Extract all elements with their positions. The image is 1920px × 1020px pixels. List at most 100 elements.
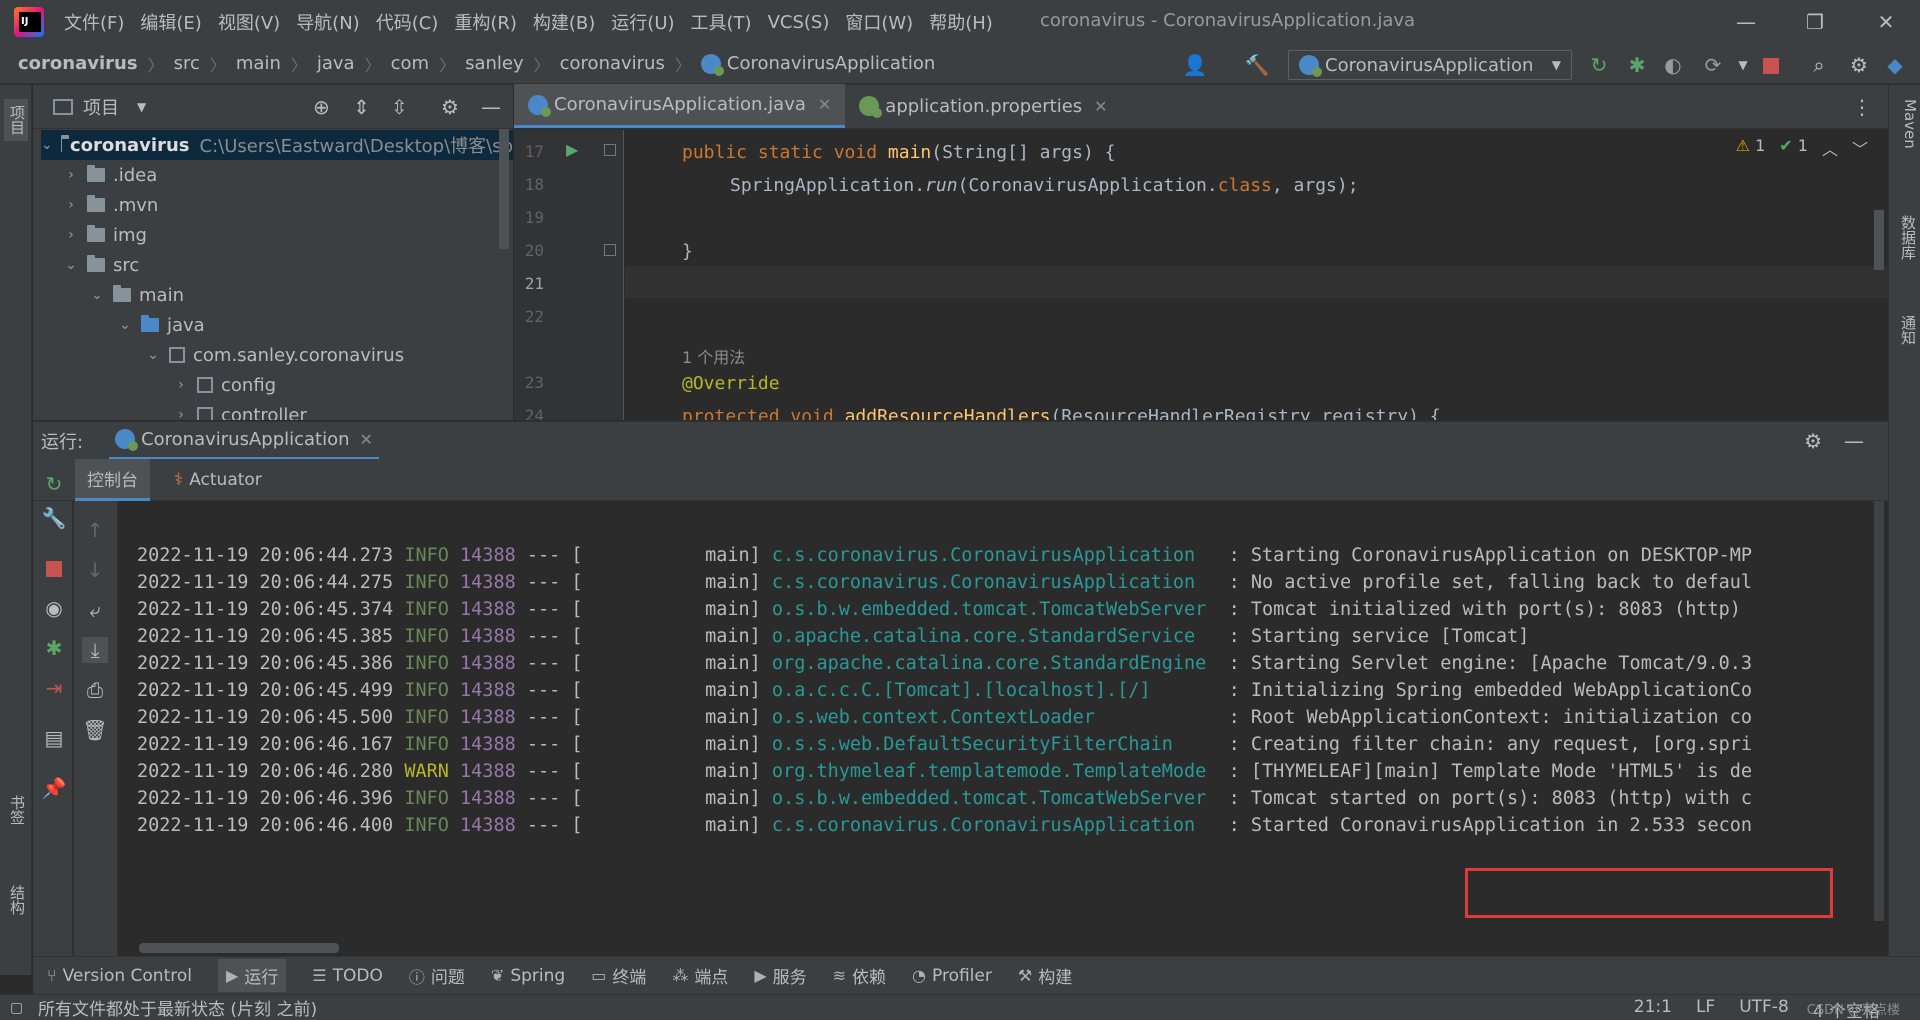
menu-run[interactable]: 运行(U) [611,9,674,35]
debug-icon[interactable]: ✱ [1624,52,1650,78]
status-icon[interactable]: ▢ [10,1000,23,1016]
restore-icon[interactable]: ❐ [1795,8,1835,36]
tree-item-img[interactable]: › img [63,220,147,250]
chevron-down-icon[interactable]: ▼ [137,100,146,114]
run-configuration-select[interactable]: CoronavirusApplication ▼ [1288,50,1572,80]
tab-actuator[interactable]: ⚕ Actuator [162,459,274,501]
wrench-icon[interactable]: 🔧 [41,505,67,531]
menu-edit[interactable]: 编辑(E) [140,9,201,35]
run-gutter-icon[interactable]: ▶ [566,140,578,159]
rerun-icon[interactable]: ↻ [41,471,67,497]
arrow-up-icon[interactable]: ↑ [82,517,108,543]
breadcrumb-com[interactable]: com [391,53,429,74]
hide-icon[interactable]: — [481,95,501,119]
tool-run[interactable]: ▶ 运行 [217,959,287,992]
check-count[interactable]: ✔ 1 [1779,136,1808,160]
search-icon[interactable]: ⌕ [1806,52,1832,78]
tool-endpoints[interactable]: ⁂ 端点 [672,963,728,988]
notifications-tool-tab[interactable]: 通知 [1895,315,1919,345]
breadcrumb-src[interactable]: src [174,53,200,74]
print-icon[interactable]: ⎙ [82,677,108,703]
menu-file[interactable]: 文件(F) [64,9,124,35]
tab-coronavirus-application[interactable]: CoronavirusApplication.java ✕ [514,84,846,128]
hammer-icon[interactable]: 🔨 [1244,52,1270,78]
menu-help[interactable]: 帮助(H) [929,9,993,35]
collapse-all-icon[interactable]: ⇳ [391,95,408,119]
tree-item-src[interactable]: ⌄ src [63,250,139,280]
database-tool-tab[interactable]: 数据库 [1895,215,1919,260]
project-panel-title[interactable]: 项目 [83,94,119,120]
file-encoding[interactable]: UTF-8 [1739,997,1789,1020]
chevron-down-icon[interactable]: ﹀ [1852,136,1868,160]
structure-tool-tab[interactable]: 结构 [4,885,28,915]
tree-item-config[interactable]: › config [173,370,276,400]
chevron-down-icon[interactable]: ▼ [1730,52,1756,78]
tool-version-control[interactable]: ⑂ Version Control [47,966,192,986]
expand-all-icon[interactable]: ⇕ [353,95,370,119]
menu-view[interactable]: 视图(V) [218,9,280,35]
coverage-icon[interactable]: ◐ [1660,52,1686,78]
menu-build[interactable]: 构建(B) [533,9,595,35]
tree-item-idea[interactable]: › .idea [63,160,157,190]
tool-problems[interactable]: ⓘ 问题 [409,963,465,989]
tree-item-mvn[interactable]: › .mvn [63,190,158,220]
tree-item-project-root[interactable]: ⌄ coronavirus C:\Users\Eastward\Desktop\… [41,130,513,160]
run-tab-coronavirus-application[interactable]: CoronavirusApplication ✕ [109,422,379,460]
minimize-icon[interactable]: — [1726,8,1766,36]
close-icon[interactable]: ✕ [818,95,831,114]
tree-item-java[interactable]: ⌄ java [117,310,205,340]
trash-icon[interactable]: 🗑 [82,717,108,743]
menu-code[interactable]: 代码(C) [376,9,439,35]
tool-profiler[interactable]: ◔ Profiler [912,966,992,986]
rerun-icon[interactable]: ↻ [1586,52,1612,78]
menu-refactor[interactable]: 重构(R) [454,9,517,35]
console-output[interactable]: 2022-11-19 20:06:44.273 INFO 14388 --- [… [119,501,1888,956]
status-message[interactable]: 所有文件都处于最新状态 (片刻 之前) [38,995,317,1020]
tree-item-package[interactable]: ⌄ com.sanley.coronavirus [145,340,404,370]
maven-tool-tab[interactable]: Maven [1895,99,1919,149]
stop-icon[interactable] [1758,52,1784,78]
tool-terminal[interactable]: ▭ 终端 [591,963,646,988]
more-icon[interactable]: ⋮ [1852,95,1872,119]
layout-icon[interactable]: ▤ [41,725,67,751]
bookmarks-tool-tab[interactable]: 书签 [4,795,28,825]
breadcrumb-project[interactable]: coronavirus [18,53,138,74]
breadcrumb-java[interactable]: java [317,53,355,74]
line-separator[interactable]: LF [1696,997,1715,1020]
caret-position[interactable]: 21:1 [1634,997,1672,1020]
chevron-up-icon[interactable]: ︿ [1822,136,1838,160]
close-icon[interactable]: ✕ [360,430,373,449]
camera-icon[interactable]: ◉ [41,595,67,621]
project-tool-tab[interactable]: 项目 [4,99,28,141]
gear-icon[interactable]: ⚙ [1846,52,1872,78]
tab-console[interactable]: 控制台 [75,458,150,501]
hide-icon[interactable]: — [1844,429,1864,453]
menu-vcs[interactable]: VCS(S) [768,12,830,33]
exit-icon[interactable]: ⇥ [41,675,67,701]
tool-build[interactable]: ⚒ 构建 [1018,963,1072,988]
jetbrains-logo-icon[interactable]: ◆ [1882,52,1908,78]
locate-icon[interactable]: ⊕ [313,95,330,119]
editor-scrollbar[interactable] [1874,210,1884,270]
inspection-widget[interactable]: ⚠ 1 ✔ 1 ︿ ﹀ [1736,136,1868,160]
tree-item-main[interactable]: ⌄ main [89,280,184,310]
code-editor[interactable]: 17 18 19 20 21 22 23 24 ▶ public static … [514,130,1888,420]
gear-icon[interactable]: ⚙ [1804,429,1822,453]
tool-spring[interactable]: ❦ Spring [491,966,565,986]
gear-icon[interactable]: ⚙ [441,95,459,119]
close-icon[interactable]: ✕ [1866,8,1906,36]
project-scrollbar[interactable] [499,129,509,249]
fold-icon[interactable] [604,144,616,156]
breadcrumb-sanley[interactable]: sanley [465,53,524,74]
profile-icon[interactable]: ⟳ [1700,52,1726,78]
usage-hint[interactable]: 1 个用法 [682,344,745,368]
user-icon[interactable]: 👤 [1182,52,1208,78]
tool-todo[interactable]: ☰ TODO [312,966,383,986]
menu-window[interactable]: 窗口(W) [845,9,913,35]
breadcrumb-class[interactable]: CoronavirusApplication [727,53,935,74]
fold-icon[interactable] [604,244,616,256]
breadcrumb-main[interactable]: main [236,53,281,74]
pin-icon[interactable]: 📌 [41,775,67,801]
menu-navigate[interactable]: 导航(N) [296,9,360,35]
tool-services[interactable]: ▶ 服务 [754,963,806,988]
